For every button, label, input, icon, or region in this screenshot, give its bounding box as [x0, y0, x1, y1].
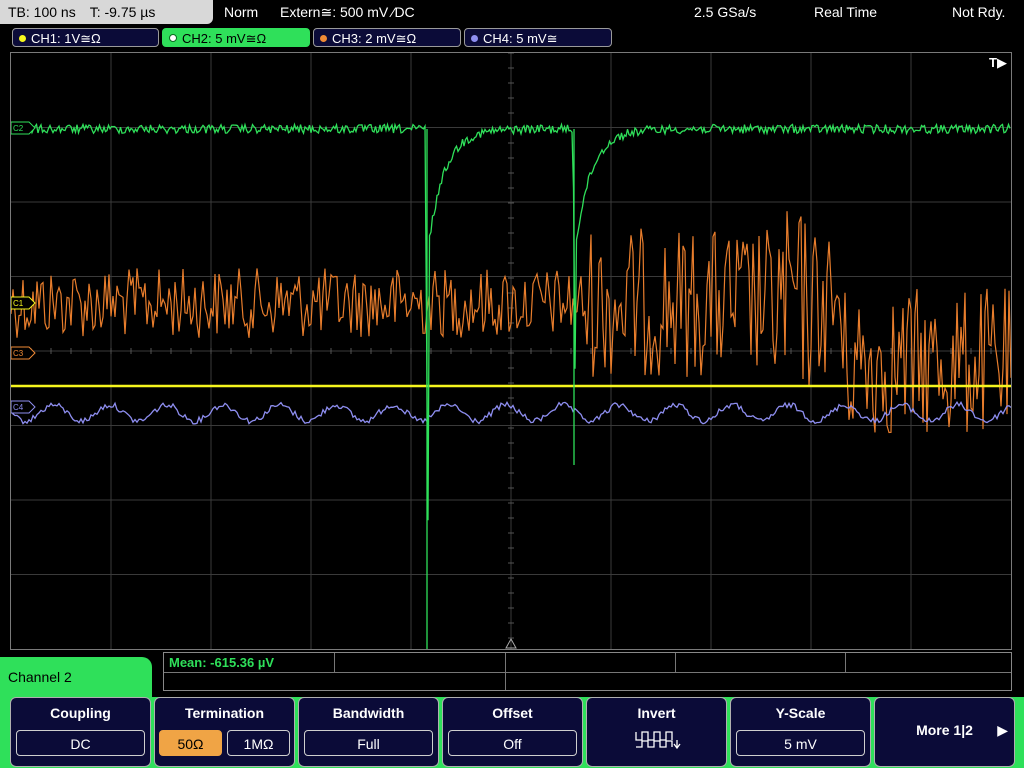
yscale-softkey[interactable]: Y-Scale 5 mV — [730, 697, 871, 767]
termination-softkey[interactable]: Termination 50Ω 1MΩ — [154, 697, 295, 767]
coupling-title: Coupling — [50, 705, 111, 721]
yscale-value[interactable]: 5 mV — [736, 730, 865, 756]
termination-1mohm-option[interactable]: 1MΩ — [227, 730, 290, 756]
more-softkey[interactable]: More 1|2 ▶ — [874, 697, 1015, 767]
meas-divider — [845, 653, 846, 672]
ch1-color-dot — [19, 35, 26, 42]
status-bar: TB: 100 ns T: -9.75 µs Norm Extern≅: 500 … — [0, 0, 1024, 24]
invert-waveform-icon — [635, 731, 681, 750]
ch4-color-dot — [471, 35, 478, 42]
termination-title: Termination — [184, 705, 265, 721]
meas-divider — [334, 653, 335, 672]
offset-value[interactable]: Off — [448, 730, 577, 756]
measurement-mean: Mean: -615.36 µV — [169, 655, 275, 670]
acquisition-mode: Real Time — [814, 4, 878, 20]
meas-divider — [164, 672, 1011, 673]
timebase-value: TB: 100 ns — [8, 4, 76, 20]
ch2-label: CH2: 5 mV≅Ω — [182, 31, 267, 46]
invert-title: Invert — [637, 705, 676, 721]
coupling-softkey[interactable]: Coupling DC — [10, 697, 151, 767]
trigger-mode[interactable]: Norm — [224, 0, 258, 24]
bandwidth-title: Bandwidth — [332, 705, 405, 721]
offset-title: Offset — [492, 705, 533, 721]
channel-tab-ch3[interactable]: CH3: 2 mV≅Ω — [313, 28, 461, 47]
channel-menu-title: Channel 2 — [0, 657, 152, 697]
channel-level-marker-label: C2 — [13, 124, 24, 133]
trigger-time-value: T: -9.75 µs — [89, 4, 156, 20]
termination-50ohm-option[interactable]: 50Ω — [159, 730, 222, 756]
yscale-title: Y-Scale — [775, 705, 826, 721]
ch3-color-dot — [320, 35, 327, 42]
ch4-label: CH4: 5 mV≅ — [483, 31, 558, 46]
waveform-display[interactable]: C2 C1 C3 C4 T▶ — [10, 52, 1012, 650]
measurement-strip[interactable]: Mean: -615.36 µV — [163, 652, 1012, 691]
next-page-arrow-icon: ▶ — [997, 722, 1008, 738]
graticule-grid — [11, 53, 1011, 649]
channel-level-marker-label: C1 — [13, 299, 24, 308]
offset-softkey[interactable]: Offset Off — [442, 697, 583, 767]
channel-tab-ch4[interactable]: CH4: 5 mV≅ — [464, 28, 612, 47]
meas-divider — [675, 653, 676, 672]
invert-softkey[interactable]: Invert — [586, 697, 727, 767]
more-label: More 1|2 — [916, 722, 973, 738]
sample-rate: 2.5 GSa/s — [694, 4, 757, 20]
channel-level-marker-label: C3 — [13, 349, 24, 358]
waveform-canvas: C2 C1 C3 C4 — [11, 53, 1011, 649]
bandwidth-softkey[interactable]: Bandwidth Full — [298, 697, 439, 767]
channel-tab-ch1[interactable]: CH1: 1V≅Ω — [12, 28, 159, 47]
ch2-color-dot — [169, 34, 177, 42]
timebase-box[interactable]: TB: 100 ns T: -9.75 µs — [0, 0, 213, 24]
bandwidth-value[interactable]: Full — [304, 730, 433, 756]
trigger-position-marker: T▶ — [989, 55, 1007, 70]
ch3-label: CH3: 2 mV≅Ω — [332, 31, 417, 46]
channel-level-marker-label: C4 — [13, 403, 24, 412]
ch1-label: CH1: 1V≅Ω — [31, 31, 101, 46]
coupling-value[interactable]: DC — [16, 730, 145, 756]
trigger-source[interactable]: Extern≅: 500 mV ⁄DC — [280, 0, 415, 24]
channel-tab-ch2[interactable]: CH2: 5 mV≅Ω — [162, 28, 310, 47]
acquisition-status: Not Rdy. — [952, 4, 1006, 20]
